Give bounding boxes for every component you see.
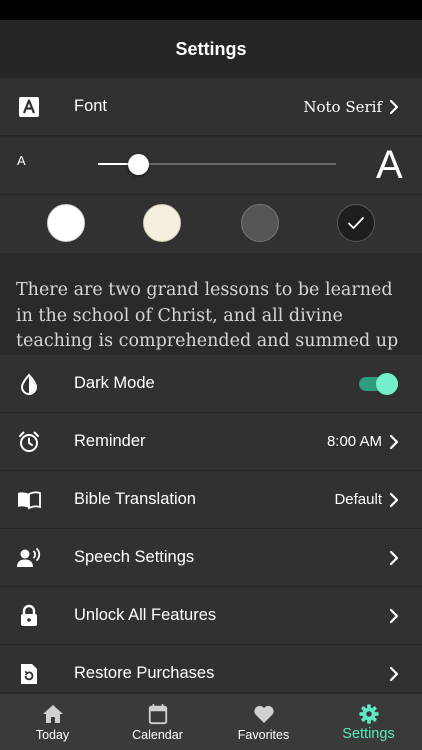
lock-icon — [16, 603, 42, 629]
text-size-row: A A — [0, 137, 422, 195]
chevron-right-icon — [389, 666, 399, 682]
font-icon — [16, 94, 42, 120]
speech-settings-row[interactable]: Speech Settings — [0, 529, 422, 587]
reminder-row[interactable]: Reminder 8:00 AM — [0, 413, 422, 471]
bible-translation-label: Bible Translation — [74, 490, 196, 508]
gear-icon — [358, 704, 379, 724]
unlock-features-row[interactable]: Unlock All Features — [0, 587, 422, 645]
bible-translation-row[interactable]: Bible Translation Default — [0, 471, 422, 529]
theme-swatch-row — [0, 195, 422, 253]
chevron-right-icon — [389, 492, 399, 507]
restore-purchases-label: Restore Purchases — [74, 664, 215, 682]
reminder-time-value: 8:00 AM — [326, 433, 382, 450]
tab-settings-label: Settings — [342, 726, 395, 742]
reading-preview: There are two grand lessons to be learne… — [0, 253, 422, 355]
tab-today-label: Today — [35, 728, 70, 742]
restore-file-icon — [16, 661, 42, 687]
tab-today[interactable]: Today — [0, 694, 105, 750]
unlock-features-label: Unlock All Features — [74, 606, 217, 624]
font-value: Noto Serif — [303, 97, 382, 116]
chevron-right-icon — [389, 99, 399, 114]
chevron-right-icon — [389, 608, 399, 623]
status-bar — [0, 0, 422, 20]
dark-mode-row[interactable]: Dark Mode — [0, 355, 422, 413]
toggle-knob — [376, 372, 398, 395]
heart-icon — [253, 705, 274, 723]
speaking-person-icon — [16, 545, 42, 571]
dark-mode-label: Dark Mode — [74, 374, 155, 392]
calendar-icon — [148, 703, 167, 725]
preview-text: There are two grand lessons to be learne… — [16, 280, 399, 351]
tab-settings[interactable]: Settings — [316, 694, 421, 750]
chevron-right-icon — [389, 434, 399, 449]
large-text-size-label: A — [376, 143, 403, 187]
page-title: Settings — [175, 38, 247, 59]
chevron-right-icon — [389, 550, 399, 565]
tab-bar: Today Calendar Favorites Settings — [0, 693, 422, 750]
text-size-slider-thumb[interactable] — [127, 154, 149, 175]
theme-gray-swatch[interactable] — [241, 204, 279, 242]
contrast-icon — [16, 371, 42, 397]
reminder-label: Reminder — [74, 432, 146, 450]
dark-mode-toggle[interactable] — [359, 372, 398, 395]
house-icon — [42, 705, 63, 723]
bible-translation-value: Default — [334, 491, 382, 508]
checkmark-icon — [348, 217, 364, 229]
small-text-size-label: A — [17, 153, 26, 168]
tab-favorites-label: Favorites — [237, 728, 290, 742]
font-label: Font — [74, 97, 108, 115]
navigation-bar: Settings — [0, 20, 422, 78]
open-book-icon — [16, 487, 42, 513]
alarm-clock-icon — [16, 429, 42, 455]
theme-white-swatch[interactable] — [47, 204, 85, 242]
font-row[interactable]: Font Noto Serif — [0, 78, 422, 136]
theme-sepia-swatch[interactable] — [143, 204, 181, 242]
theme-black-swatch[interactable] — [337, 204, 375, 242]
tab-calendar-label: Calendar — [132, 728, 183, 742]
restore-purchases-row[interactable]: Restore Purchases — [0, 645, 422, 693]
tab-favorites[interactable]: Favorites — [211, 694, 316, 750]
speech-settings-label: Speech Settings — [74, 548, 195, 566]
tab-calendar[interactable]: Calendar — [105, 694, 210, 750]
